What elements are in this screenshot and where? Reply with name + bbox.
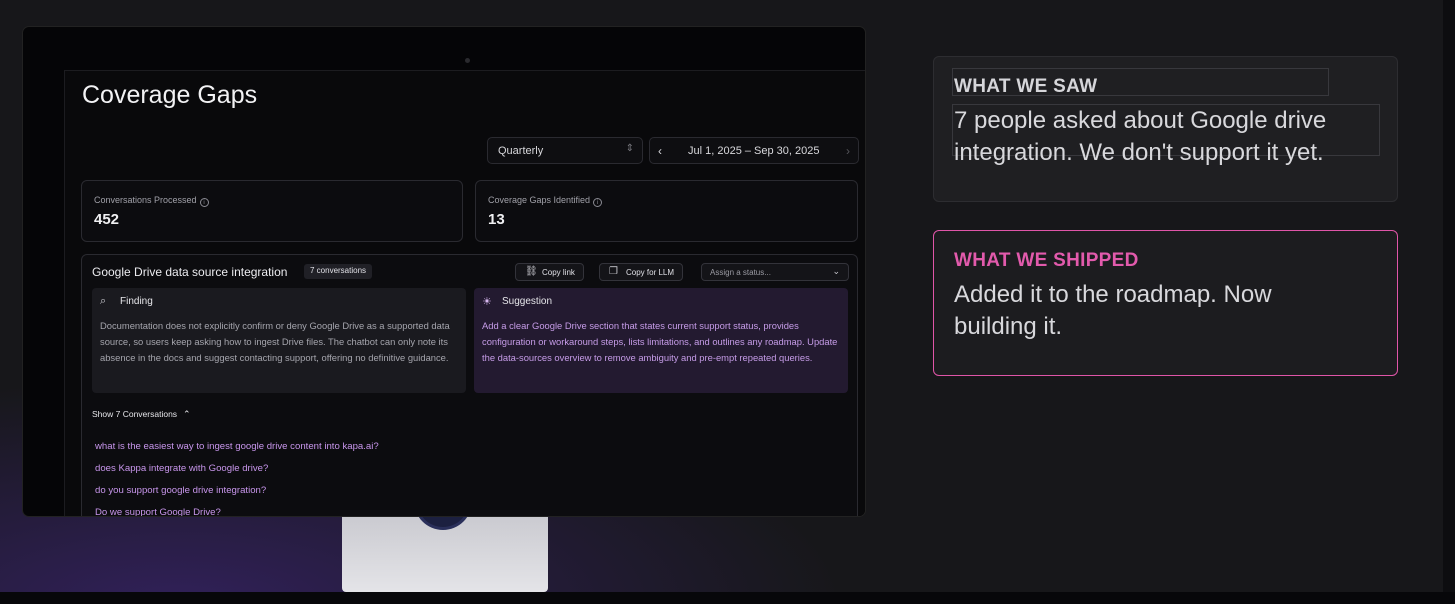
gap-card: Google Drive data source integration 7 c… bbox=[81, 254, 858, 516]
stat-label-text: Conversations Processed bbox=[94, 195, 197, 205]
finding-header: ⌕ Finding bbox=[100, 295, 458, 312]
lightbulb-icon: ☀ bbox=[482, 296, 492, 308]
stat-value: 13 bbox=[488, 211, 505, 228]
suggestion-panel: ☀ Suggestion Add a clear Google Drive se… bbox=[474, 288, 848, 393]
status-select[interactable]: Assign a status... ⌄ bbox=[701, 263, 849, 281]
period-select-value: Quarterly bbox=[498, 145, 544, 157]
conversation-link[interactable]: what is the easiest way to ingest google… bbox=[95, 441, 379, 452]
page-title: Coverage Gaps bbox=[82, 81, 258, 109]
suggestion-text: Add a clear Google Drive section that st… bbox=[482, 320, 838, 363]
copy-link-button[interactable]: ⛓ Copy link bbox=[515, 263, 584, 281]
gap-title: Google Drive data source integration bbox=[92, 265, 288, 279]
conversation-link[interactable]: Do we support Google Drive? bbox=[95, 507, 221, 516]
monitor: Coverage Gaps Quarterly ⇕ ‹ Jul 1, 2025 … bbox=[23, 27, 865, 516]
status-select-placeholder: Assign a status... bbox=[710, 268, 771, 277]
what-we-saw-card: WHAT WE SAW 7 people asked about Google … bbox=[933, 56, 1398, 202]
copy-for-llm-button[interactable]: ❐ Copy for LLM bbox=[599, 263, 684, 281]
chevron-updown-icon: ⇕ bbox=[625, 143, 634, 154]
page-edge bbox=[1443, 0, 1455, 604]
stat-conversations-processed: Conversations Processed i 452 bbox=[81, 180, 463, 242]
info-icon[interactable]: i bbox=[199, 198, 209, 207]
show-conversations-toggle[interactable]: Show 7 Conversations ⌃ bbox=[92, 409, 191, 420]
finding-label: Finding bbox=[120, 296, 153, 307]
period-select[interactable]: Quarterly ⇕ bbox=[487, 137, 643, 164]
copy-icon: ❐ bbox=[609, 266, 618, 277]
app-screen: Coverage Gaps Quarterly ⇕ ‹ Jul 1, 2025 … bbox=[64, 70, 865, 516]
finding-panel: ⌕ Finding Documentation does not explici… bbox=[92, 288, 466, 393]
bottom-strip bbox=[0, 592, 1455, 604]
suggestion-header: ☀ Suggestion bbox=[482, 296, 840, 312]
chevron-up-icon: ⌃ bbox=[183, 409, 191, 419]
what-we-saw-text: 7 people asked about Google drive integr… bbox=[954, 107, 1327, 166]
copy-for-llm-label: Copy for LLM bbox=[626, 268, 675, 277]
stat-coverage-gaps: Coverage Gaps Identified i 13 bbox=[475, 180, 858, 242]
show-conversations-label: Show 7 Conversations bbox=[92, 409, 178, 419]
chevron-left-icon[interactable]: ‹ bbox=[658, 144, 662, 158]
chevron-down-icon: ⌄ bbox=[832, 266, 840, 276]
conversation-link[interactable]: does Kappa integrate with Google drive? bbox=[95, 463, 268, 474]
date-range-picker[interactable]: ‹ Jul 1, 2025 – Sep 30, 2025 › bbox=[649, 137, 859, 164]
stat-label: Conversations Processed i bbox=[94, 195, 209, 207]
conversation-link[interactable]: do you support google drive integration? bbox=[95, 485, 266, 496]
suggestion-label: Suggestion bbox=[502, 296, 553, 307]
camera-dot bbox=[465, 58, 470, 63]
what-we-saw-label: WHAT WE SAW bbox=[954, 76, 1098, 97]
search-icon: ⌕ bbox=[100, 295, 107, 307]
stat-label: Coverage Gaps Identified i bbox=[488, 195, 603, 207]
info-icon[interactable]: i bbox=[593, 198, 603, 207]
what-we-shipped-text: Added it to the roadmap. Now building it… bbox=[954, 281, 1272, 340]
what-we-shipped-card: WHAT WE SHIPPED Added it to the roadmap.… bbox=[933, 230, 1398, 376]
chevron-right-icon[interactable]: › bbox=[846, 144, 850, 158]
copy-link-label: Copy link bbox=[542, 268, 575, 277]
stat-value: 452 bbox=[94, 211, 120, 228]
date-range-value: Jul 1, 2025 – Sep 30, 2025 bbox=[688, 145, 820, 157]
link-icon: ⛓ bbox=[525, 266, 538, 277]
what-we-shipped-label: WHAT WE SHIPPED bbox=[954, 250, 1139, 271]
stat-label-text: Coverage Gaps Identified bbox=[488, 195, 591, 205]
finding-text: Documentation does not explicitly confir… bbox=[100, 320, 450, 363]
conversation-count-badge: 7 conversations bbox=[304, 264, 373, 279]
